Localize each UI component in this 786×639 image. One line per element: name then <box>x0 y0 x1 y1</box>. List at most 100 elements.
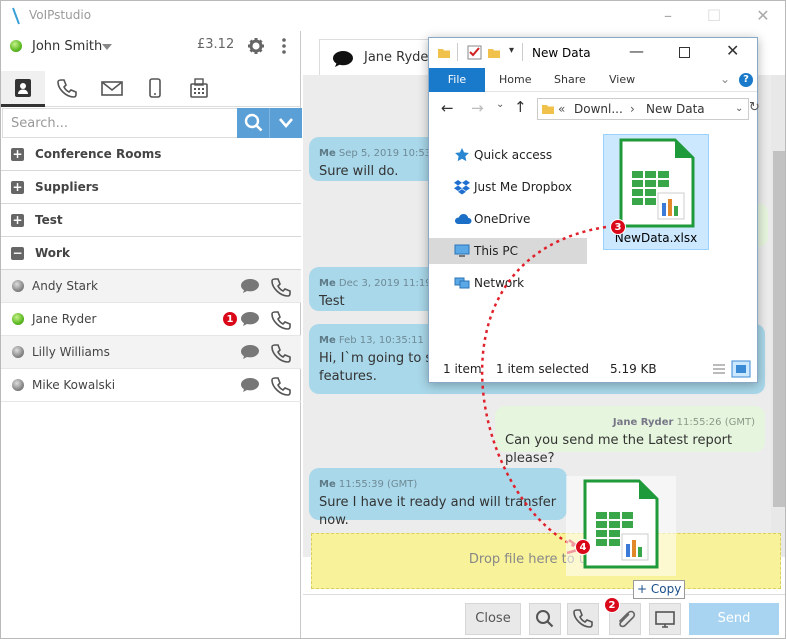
search-messages-button[interactable] <box>529 603 561 635</box>
breadcrumb-downloads[interactable]: Downl... <box>574 99 623 119</box>
maximize-button[interactable] <box>679 47 690 58</box>
chevron-down-icon[interactable]: ⌄ <box>735 99 743 119</box>
chat-bubble-icon[interactable] <box>240 377 260 393</box>
online-status-icon <box>10 40 22 52</box>
breadcrumb-separator: › <box>630 102 635 116</box>
contact-row[interactable]: Mike Kowalski <box>1 369 301 402</box>
contact-name: Mike Kowalski <box>32 378 116 392</box>
phone-icon[interactable] <box>271 277 291 297</box>
contact-row[interactable]: Lilly Williams <box>1 336 301 369</box>
group-work[interactable]: − Work <box>1 237 301 270</box>
message-sender: Me <box>319 479 336 490</box>
plus-icon: + <box>637 582 648 596</box>
contact-name: Andy Stark <box>32 279 98 293</box>
ribbon-tab-share[interactable]: Share <box>554 68 586 92</box>
scrollbar-thumb[interactable] <box>773 151 785 507</box>
maximize-button[interactable]: ☐ <box>703 5 725 27</box>
details-view-icon[interactable] <box>711 361 727 377</box>
user-bar: John Smith £3.12 <box>1 31 301 63</box>
navigation-pane: Quick access Just Me Dropbox OneDrive Th… <box>429 128 587 343</box>
tab-sms[interactable] <box>133 71 177 107</box>
forward-arrow-icon[interactable]: → <box>471 99 484 117</box>
chat-bubble-icon[interactable] <box>240 344 260 360</box>
nav-onedrive[interactable]: OneDrive <box>429 206 587 232</box>
address-bar-row: ← → ⌄ ↑ « Downl... › New Data ⌄ ↻ <box>429 92 760 124</box>
close-button[interactable]: Close <box>465 603 521 635</box>
search-input[interactable] <box>3 109 236 137</box>
group-label: Test <box>35 213 63 227</box>
refresh-icon[interactable]: ↻ <box>749 100 760 115</box>
chevron-down-icon[interactable]: ⌄ <box>720 72 730 86</box>
expand-icon: + <box>11 147 24 161</box>
voipstudio-logo-icon <box>12 7 20 25</box>
recent-locations-icon[interactable]: ⌄ <box>496 99 504 110</box>
large-icons-view-icon[interactable] <box>731 360 751 378</box>
contact-card-icon <box>15 79 31 97</box>
folder-icon <box>438 49 450 58</box>
user-name[interactable]: John Smith <box>32 39 102 54</box>
phone-icon[interactable] <box>271 310 291 330</box>
nav-quick-access[interactable]: Quick access <box>429 142 587 168</box>
quick-access-toolbar-dropdown[interactable]: ▾ <box>509 45 514 56</box>
chevron-down-icon <box>279 118 293 128</box>
contact-row[interactable]: Jane Ryder 1 <box>1 303 301 336</box>
chevron-down-icon[interactable] <box>102 44 112 50</box>
contact-name: Lilly Williams <box>32 345 110 359</box>
minimize-button[interactable]: — <box>629 42 644 60</box>
phone-icon[interactable] <box>271 343 291 363</box>
contact-row[interactable]: Andy Stark <box>1 270 301 303</box>
chat-bubble-icon <box>333 51 353 67</box>
drag-copy-tooltip: + Copy <box>633 580 685 599</box>
close-window-button[interactable]: ✕ <box>726 41 739 60</box>
screen-share-button[interactable] <box>649 603 681 635</box>
nav-dropbox[interactable]: Just Me Dropbox <box>429 174 587 200</box>
ribbon-tab-home[interactable]: Home <box>499 68 531 92</box>
nav-this-pc[interactable]: This PC <box>429 238 587 264</box>
collapse-icon: − <box>11 246 24 260</box>
group-suppliers[interactable]: + Suppliers <box>1 171 301 204</box>
group-test[interactable]: + Test <box>1 204 301 237</box>
message-text: Can you send me the Latest report please… <box>505 433 733 466</box>
selection-info: 1 item selected <box>496 362 590 376</box>
back-arrow-icon[interactable]: ← <box>441 99 454 117</box>
envelope-icon <box>101 81 123 96</box>
gear-icon[interactable] <box>247 37 265 55</box>
tab-messages[interactable] <box>89 71 133 107</box>
help-icon[interactable]: ? <box>739 73 753 87</box>
message-time: Sep 5, 2019 10:53 <box>338 148 432 159</box>
tab-calls[interactable] <box>45 71 89 107</box>
up-arrow-icon[interactable]: ↑ <box>514 98 527 116</box>
breadcrumb-current[interactable]: New Data <box>646 99 705 119</box>
status-icon <box>12 379 24 391</box>
properties-icon[interactable] <box>467 45 482 60</box>
new-folder-icon[interactable] <box>487 46 501 60</box>
tab-contacts[interactable] <box>1 71 45 107</box>
close-window-button[interactable]: ✕ <box>752 5 774 27</box>
file-drop-zone[interactable]: Drop file here to upload <box>311 533 781 589</box>
chat-bubble-icon[interactable] <box>240 311 260 327</box>
message-sender: Me <box>319 148 336 159</box>
search-icon <box>536 610 554 628</box>
tab-fax[interactable] <box>177 71 221 107</box>
send-button[interactable]: Send <box>689 603 779 635</box>
message-time: 11:55:39 (GMT) <box>338 479 418 490</box>
minimize-button[interactable]: – <box>657 5 679 27</box>
chat-bubble-icon[interactable] <box>240 278 260 294</box>
search-options-button[interactable] <box>269 108 302 138</box>
chat-contact-name: Jane Ryder <box>364 50 434 65</box>
file-list: NewData.xlsx <box>587 128 757 343</box>
group-conference-rooms[interactable]: + Conference Rooms <box>1 138 301 171</box>
address-bar[interactable]: « Downl... › New Data ⌄ <box>537 98 749 120</box>
more-options-icon[interactable] <box>280 37 288 55</box>
group-label: Suppliers <box>35 180 99 194</box>
spreadsheet-file-icon <box>583 479 659 569</box>
breadcrumb-overflow[interactable]: « <box>558 99 565 119</box>
ribbon-tab-view[interactable]: View <box>609 68 635 92</box>
drop-zone-label: Drop file here to upload <box>468 552 624 567</box>
dropbox-icon <box>454 180 470 195</box>
ribbon-tab-file[interactable]: File <box>429 68 485 92</box>
call-button[interactable] <box>567 603 599 635</box>
phone-icon[interactable] <box>271 376 291 396</box>
nav-network[interactable]: Network <box>429 270 587 296</box>
search-button[interactable] <box>237 108 270 138</box>
